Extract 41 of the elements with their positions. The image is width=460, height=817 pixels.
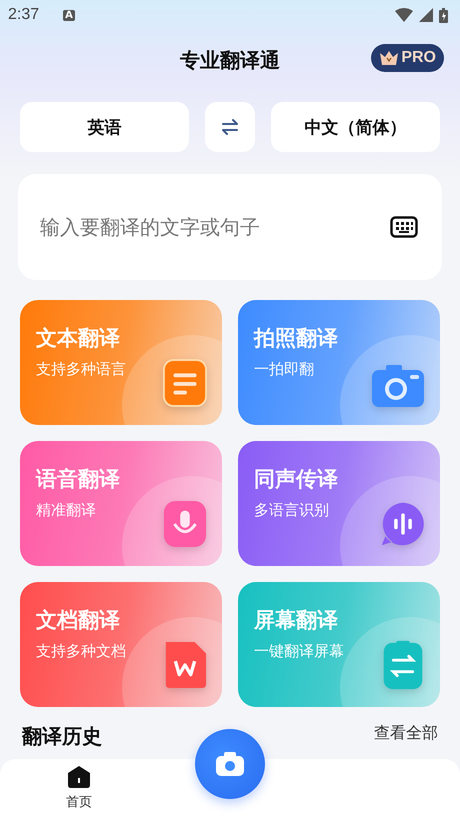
feature-card[interactable]: 同声传译 多语言识别	[238, 441, 440, 566]
section-title: 翻译历史	[22, 723, 102, 750]
feature-card[interactable]: 文本翻译 支持多种语言	[20, 300, 222, 425]
feature-card[interactable]: 拍照翻译 一拍即翻	[238, 300, 440, 425]
feature-card[interactable]: 屏幕翻译 一键翻译屏幕	[238, 582, 440, 707]
card-subtitle: 一拍即翻	[254, 360, 315, 379]
feature-card[interactable]: 文档翻译 支持多种文档	[20, 582, 222, 707]
microphone-icon	[162, 498, 208, 550]
keyboard-icon[interactable]	[390, 216, 418, 238]
card-subtitle: 精准翻译	[36, 501, 97, 520]
card-title: 拍照翻译	[254, 325, 339, 352]
notification-icon: A	[63, 10, 75, 20]
note-icon	[162, 357, 208, 409]
status-time: 2:37	[8, 6, 40, 24]
camera-icon	[215, 751, 245, 777]
card-subtitle: 支持多种文档	[36, 642, 127, 661]
swap-icon	[220, 118, 240, 136]
crown-icon	[379, 51, 400, 65]
source-language-button[interactable]: 英语	[20, 102, 189, 152]
card-subtitle: 多语言识别	[254, 501, 330, 520]
card-subtitle: 支持多种语言	[36, 360, 127, 379]
view-all-link[interactable]: 查看全部	[374, 723, 438, 750]
signal-icon	[419, 8, 433, 22]
camera-fab-button[interactable]	[195, 729, 265, 799]
card-subtitle: 一键翻译屏幕	[254, 642, 345, 661]
wifi-icon	[395, 8, 413, 22]
app-title: 专业翻译通	[180, 46, 280, 74]
nav-item[interactable]: 首页	[60, 764, 98, 812]
camera-icon	[370, 363, 426, 409]
card-title: 语音翻译	[36, 466, 121, 493]
pro-badge[interactable]: PRO	[371, 44, 444, 72]
battery-icon	[439, 8, 448, 22]
card-title: 屏幕翻译	[254, 607, 339, 634]
target-language-button[interactable]: 中文（简体）	[271, 102, 440, 152]
card-title: 同声传译	[254, 466, 339, 493]
home-icon	[67, 765, 91, 789]
card-title: 文档翻译	[36, 607, 121, 634]
swap-languages-button[interactable]	[205, 102, 255, 152]
card-title: 文本翻译	[36, 325, 121, 352]
feature-card[interactable]: 语音翻译 精准翻译	[20, 441, 222, 566]
text-input-field[interactable]: 输入要翻译的文字或句子	[38, 214, 380, 240]
